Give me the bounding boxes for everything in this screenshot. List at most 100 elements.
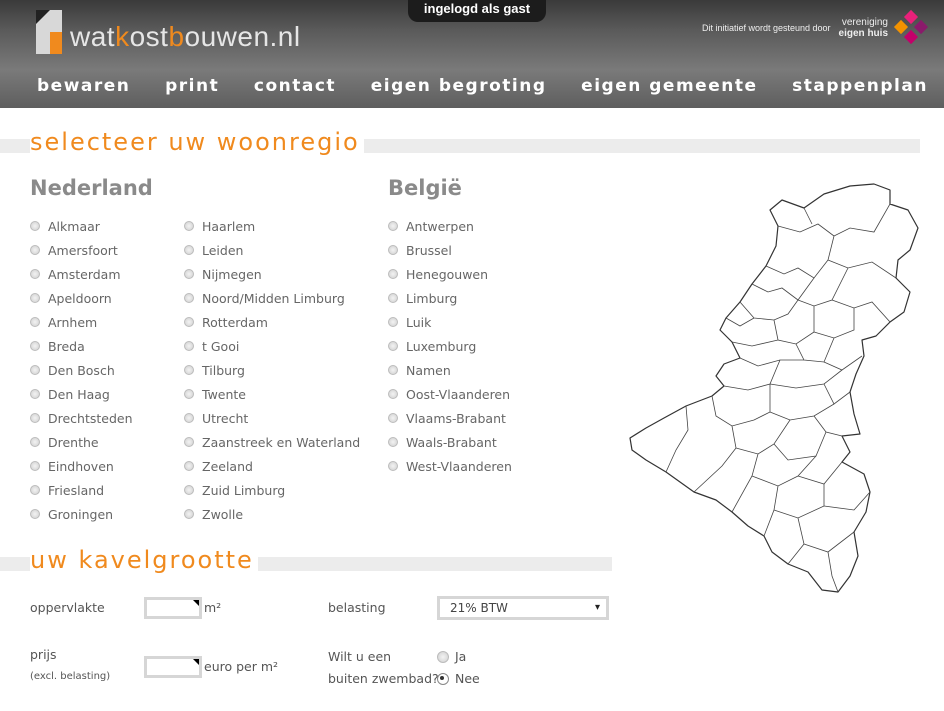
nederland-regions-col2: Haarlem Leiden Nijmegen Noord/Midden Limbur…	[184, 214, 360, 526]
belasting-select[interactable]: 21% BTW ▾	[437, 596, 609, 620]
nl-region-option[interactable]: Friesland	[30, 478, 133, 502]
region-label: Namen	[406, 362, 451, 378]
sponsor-block[interactable]: Dit initiatief wordt gesteund door veren…	[702, 9, 930, 45]
be-region-option[interactable]: Namen	[388, 358, 512, 382]
radio-icon	[30, 365, 40, 375]
region-label: t Gooi	[202, 338, 240, 354]
nl-region-option[interactable]: Zaanstreek en Waterland	[184, 430, 360, 454]
be-region-option[interactable]: Oost-Vlaanderen	[388, 382, 512, 406]
nl-region-option[interactable]: Alkmaar	[30, 214, 133, 238]
nl-region-option[interactable]: t Gooi	[184, 334, 360, 358]
nl-region-option[interactable]: Amersfoort	[30, 238, 133, 262]
site-logo[interactable]: watkostbouwen.nl	[36, 8, 301, 54]
region-label: Apeldoorn	[48, 290, 112, 306]
radio-icon	[388, 221, 398, 231]
nav-eigen-begroting[interactable]: eigen begroting	[371, 76, 547, 98]
nl-region-option[interactable]: Zeeland	[184, 454, 360, 478]
main-nav: bewaren print contact eigen begroting ei…	[0, 76, 944, 98]
radio-icon	[30, 341, 40, 351]
be-region-option[interactable]: Antwerpen	[388, 214, 512, 238]
nl-region-option[interactable]: Amsterdam	[30, 262, 133, 286]
nl-region-option[interactable]: Nijmegen	[184, 262, 360, 286]
region-label: Breda	[48, 338, 85, 354]
radio-icon	[184, 317, 194, 327]
region-label: Haarlem	[202, 218, 256, 234]
radio-icon	[184, 509, 194, 519]
be-region-option[interactable]: Vlaams-Brabant	[388, 406, 512, 430]
nl-region-option[interactable]: Noord/Midden Limburg	[184, 286, 360, 310]
radio-icon	[388, 317, 398, 327]
belgie-regions: Antwerpen Brussel Henegouwen Limburg Luik Lux…	[388, 214, 512, 478]
nl-region-option[interactable]: Arnhem	[30, 310, 133, 334]
radio-icon	[184, 461, 194, 471]
radio-icon	[184, 437, 194, 447]
radio-icon	[184, 365, 194, 375]
zwembad-label-line2: buiten zwembad?	[328, 671, 439, 686]
nav-bewaren[interactable]: bewaren	[37, 76, 130, 98]
vereniging-eigen-huis-logo-icon	[893, 9, 930, 45]
nl-region-option[interactable]: Eindhoven	[30, 454, 133, 478]
zwembad-label-line1: Wilt u een	[328, 649, 392, 664]
nl-region-option[interactable]: Zuid Limburg	[184, 478, 360, 502]
region-label: Drenthe	[48, 434, 99, 450]
radio-icon	[184, 341, 194, 351]
nl-region-option[interactable]: Drechtsteden	[30, 406, 133, 430]
region-label: Drechtsteden	[48, 410, 133, 426]
nav-stappenplan[interactable]: stappenplan	[792, 76, 928, 98]
logo-text: watkostbouwen.nl	[70, 21, 301, 52]
be-region-option[interactable]: Brussel	[388, 238, 512, 262]
belasting-label: belasting	[328, 600, 386, 615]
zwembad-option-ja-label: Ja	[455, 649, 467, 664]
radio-icon	[184, 389, 194, 399]
be-region-option[interactable]: Luik	[388, 310, 512, 334]
radio-icon	[30, 509, 40, 519]
oppervlakte-input[interactable]	[144, 597, 202, 619]
nl-region-option[interactable]: Den Bosch	[30, 358, 133, 382]
map-outline	[629, 183, 919, 593]
nl-region-option[interactable]: Den Haag	[30, 382, 133, 406]
nl-region-option[interactable]: Twente	[184, 382, 360, 406]
be-region-option[interactable]: Waals-Brabant	[388, 430, 512, 454]
radio-icon	[388, 341, 398, 351]
radio-icon	[184, 293, 194, 303]
nl-region-option[interactable]: Haarlem	[184, 214, 360, 238]
region-label: Nijmegen	[202, 266, 262, 282]
login-status-tab[interactable]: ingelogd als gast	[408, 0, 546, 22]
nl-region-option[interactable]: Apeldoorn	[30, 286, 133, 310]
nl-region-option[interactable]: Tilburg	[184, 358, 360, 382]
nl-region-option[interactable]: Utrecht	[184, 406, 360, 430]
region-label: Rotterdam	[202, 314, 268, 330]
region-label: Den Haag	[48, 386, 110, 402]
be-region-option[interactable]: West-Vlaanderen	[388, 454, 512, 478]
nl-region-option[interactable]: Groningen	[30, 502, 133, 526]
zwembad-option-nee[interactable]: Nee	[437, 671, 480, 686]
radio-icon	[388, 413, 398, 423]
radio-icon	[30, 293, 40, 303]
radio-icon	[30, 389, 40, 399]
prijs-input[interactable]	[144, 656, 202, 678]
nl-region-option[interactable]: Rotterdam	[184, 310, 360, 334]
region-label: Noord/Midden Limburg	[202, 290, 345, 306]
region-label: Zuid Limburg	[202, 482, 286, 498]
nl-region-option[interactable]: Drenthe	[30, 430, 133, 454]
nav-print[interactable]: print	[165, 76, 219, 98]
zwembad-option-ja[interactable]: Ja	[437, 649, 466, 664]
region-label: Friesland	[48, 482, 105, 498]
nl-region-option[interactable]: Zwolle	[184, 502, 360, 526]
radio-icon	[30, 461, 40, 471]
nl-region-option[interactable]: Leiden	[184, 238, 360, 262]
be-region-option[interactable]: Luxemburg	[388, 334, 512, 358]
region-label: Henegouwen	[406, 266, 489, 282]
nav-eigen-gemeente[interactable]: eigen gemeente	[581, 76, 757, 98]
house-logo-icon	[36, 10, 64, 54]
region-label: Zeeland	[202, 458, 253, 474]
nl-region-option[interactable]: Breda	[30, 334, 133, 358]
be-region-option[interactable]: Henegouwen	[388, 262, 512, 286]
radio-icon	[30, 245, 40, 255]
radio-icon	[30, 485, 40, 495]
region-section-title: selecteer uw woonregio	[30, 128, 364, 156]
region-label: Tilburg	[202, 362, 245, 378]
be-region-option[interactable]: Limburg	[388, 286, 512, 310]
benelux-region-map[interactable]	[628, 180, 940, 600]
nav-contact[interactable]: contact	[254, 76, 336, 98]
